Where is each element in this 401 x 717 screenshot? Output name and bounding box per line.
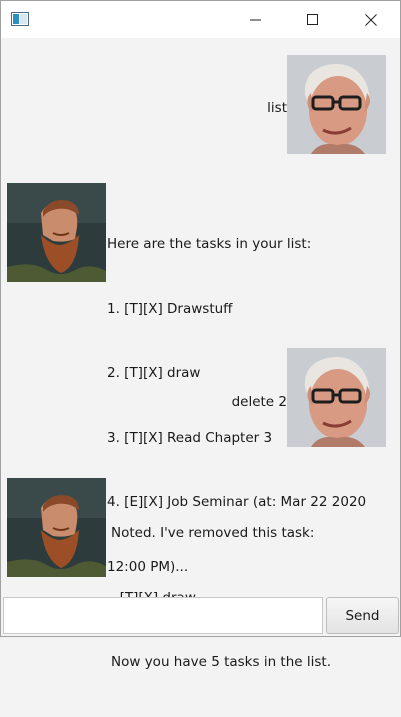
user-avatar: [287, 348, 386, 447]
message-line: Now you have 5 tasks in the list.: [111, 654, 331, 670]
maximize-button[interactable]: [284, 1, 342, 38]
message-line: 1. [T][X] Drawstuff: [107, 300, 233, 317]
title-bar: [1, 1, 400, 38]
chat-area[interactable]: list Here are the tasks in your list: 1.…: [1, 38, 400, 670]
user-message-text: list: [253, 55, 287, 163]
app-icon: [11, 12, 29, 26]
bot-avatar: [7, 478, 106, 577]
input-bar: Send: [1, 596, 400, 636]
close-button[interactable]: [342, 1, 400, 38]
maximize-icon: [307, 13, 318, 25]
message-input[interactable]: [3, 597, 323, 634]
message-line: Noted. I've removed this task:: [111, 525, 315, 541]
user-message-text: delete 2: [232, 349, 287, 457]
message-line: list: [267, 100, 287, 116]
message-line: delete 2: [231, 394, 287, 410]
bot-avatar: [7, 183, 106, 282]
app-window: list Here are the tasks in your list: 1.…: [0, 0, 401, 670]
minimize-button[interactable]: [227, 1, 285, 38]
minimize-icon: [250, 19, 261, 20]
send-button[interactable]: Send: [326, 597, 399, 634]
close-icon: [365, 13, 377, 26]
user-avatar: [287, 55, 386, 154]
message-line: Here are the tasks in your list:: [107, 236, 312, 252]
